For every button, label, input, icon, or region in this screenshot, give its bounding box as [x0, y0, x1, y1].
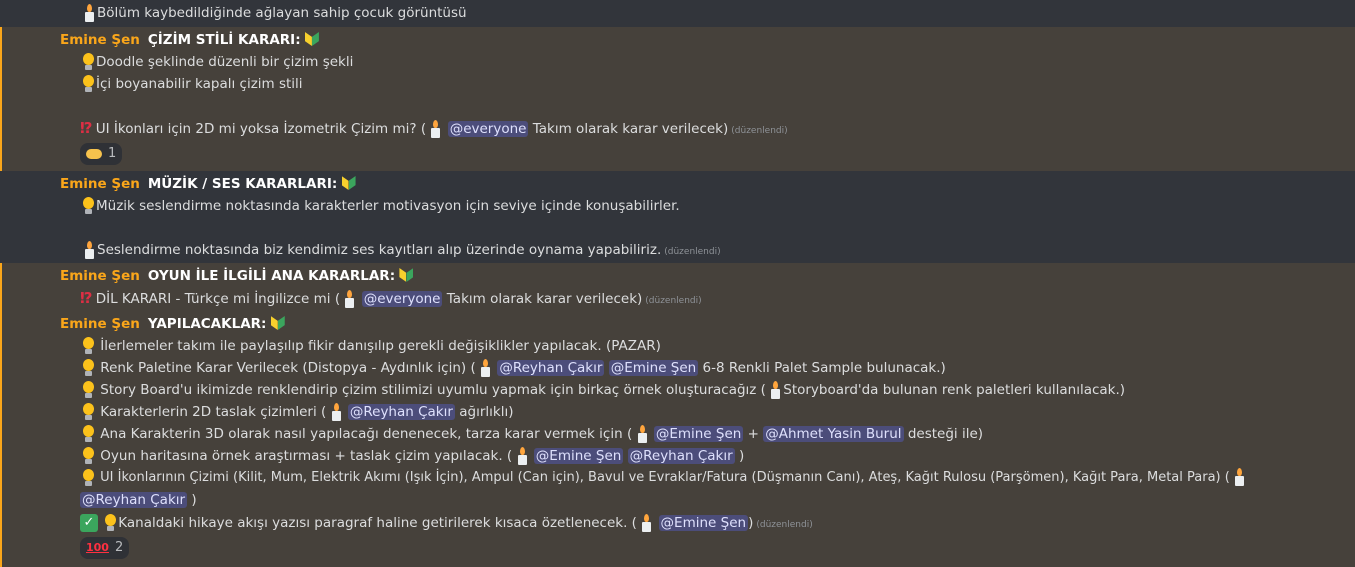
beginner-icon	[342, 176, 356, 192]
candle-icon	[430, 119, 441, 139]
message-line: ⁉ DİL KARARI - Türkçe mi İngilizce mi ( …	[80, 289, 702, 309]
todo-item: Ana Karakterin 3D olarak nasıl yapılacağ…	[82, 424, 983, 444]
hundred-icon: 100	[86, 541, 109, 554]
edited-label: (düzenlendi)	[664, 247, 721, 257]
candle-icon	[331, 402, 342, 422]
candle-icon	[641, 513, 652, 533]
message-cizim-stili: Emine Şen ÇİZİM STİLİ KARARI: Doodle şekl…	[0, 27, 1355, 171]
interrobang-icon: ⁉	[80, 289, 92, 307]
candle-icon	[517, 446, 528, 466]
message-tail: Bölüm kaybedildiğinde ağlayan sahip çocu…	[0, 0, 1355, 27]
mention-reyhan[interactable]: @Reyhan Çakır	[80, 492, 188, 508]
mention-everyone[interactable]: @everyone	[361, 291, 443, 307]
todo-item: UI İkonlarının Çizimi (Kilit, Mum, Elekt…	[82, 468, 1247, 488]
todo-item: Karakterlerin 2D taslak çizimleri ( @Rey…	[82, 402, 513, 422]
todo-item: Story Board'u ikimizde renklendirip çizi…	[82, 380, 1125, 400]
mention-emine[interactable]: @Emine Şen	[653, 426, 744, 442]
message-line: Müzik seslendirme noktasında karakterler…	[82, 196, 680, 216]
mention-everyone[interactable]: @everyone	[447, 121, 529, 137]
message-header: Emine Şen ÇİZİM STİLİ KARARI:	[60, 30, 321, 50]
todo-item: Renk Paletine Karar Verilecek (Distopya …	[82, 358, 946, 378]
mention-emine[interactable]: @Emine Şen	[533, 448, 624, 464]
candle-icon	[1234, 468, 1245, 487]
message-header: Emine Şen YAPILACAKLAR:	[60, 314, 287, 334]
reaction-count: 1	[108, 146, 117, 161]
handshake-icon	[86, 148, 102, 159]
bulb-icon	[82, 197, 94, 215]
message-oyun-kararlar: Emine Şen OYUN İLE İLGİLİ ANA KARARLAR: ⁉…	[0, 263, 1355, 567]
author-name[interactable]: Emine Şen	[60, 268, 140, 284]
bulb-icon	[82, 447, 94, 465]
mention-reyhan[interactable]: @Reyhan Çakır	[627, 448, 735, 464]
mention-reyhan[interactable]: @Reyhan Çakır	[497, 360, 605, 376]
message-title: YAPILACAKLAR:	[147, 316, 267, 332]
todo-item: İlerlemeler takım ile paylaşılıp fikir d…	[82, 336, 661, 356]
todo-item: ✓ Kanaldaki hikaye akışı yazısı paragraf…	[80, 513, 813, 533]
reaction-handshake[interactable]: 1	[80, 143, 123, 165]
message-line: Doodle şeklinde düzenli bir çizim şekli	[82, 52, 353, 72]
edited-label: (düzenlendi)	[645, 296, 702, 306]
edited-label: (düzenlendi)	[731, 126, 788, 136]
mention-ahmet[interactable]: @Ahmet Yasin Burul	[763, 426, 904, 442]
message-title: ÇİZİM STİLİ KARARI:	[147, 32, 301, 48]
bulb-icon	[82, 425, 94, 443]
bulb-icon	[82, 75, 94, 93]
candle-icon	[84, 240, 95, 260]
reaction-count: 2	[114, 540, 124, 555]
candle-icon	[84, 3, 95, 23]
candle-icon	[770, 380, 781, 400]
candle-icon	[480, 358, 491, 378]
reaction-hundred[interactable]: 100 2	[80, 537, 130, 559]
bulb-icon	[104, 514, 117, 532]
todo-item-continued: @Reyhan Çakır )	[80, 492, 197, 508]
message-line: Bölüm kaybedildiğinde ağlayan sahip çocu…	[84, 3, 467, 23]
message-line: ⁉ UI İkonları için 2D mi yoksa İzometrik…	[80, 119, 788, 139]
message-header: Emine Şen OYUN İLE İLGİLİ ANA KARARLAR:	[60, 266, 415, 286]
bulb-icon	[82, 53, 94, 71]
message-title: MÜZİK / SES KARARLARI:	[147, 176, 338, 192]
message-line: İçi boyanabilir kapalı çizim stili	[82, 74, 303, 94]
candle-icon	[344, 289, 355, 309]
beginner-icon	[399, 268, 413, 284]
bulb-icon	[82, 468, 94, 487]
message-muzik-ses: Emine Şen MÜZİK / SES KARARLARI: Müzik se…	[0, 171, 1355, 263]
mention-emine[interactable]: @Emine Şen	[658, 515, 749, 531]
bulb-icon	[82, 359, 94, 377]
edited-label: (düzenlendi)	[756, 520, 813, 530]
message-header: Emine Şen MÜZİK / SES KARARLARI:	[60, 174, 358, 194]
mention-reyhan[interactable]: @Reyhan Çakır	[347, 404, 455, 420]
candle-icon	[637, 424, 648, 444]
author-name[interactable]: Emine Şen	[60, 176, 140, 192]
beginner-icon	[305, 32, 319, 48]
interrobang-icon: ⁉	[80, 119, 92, 137]
message-line: Seslendirme noktasında biz kendimiz ses …	[84, 240, 721, 260]
mention-emine[interactable]: @Emine Şen	[608, 360, 699, 376]
author-name[interactable]: Emine Şen	[60, 32, 140, 48]
beginner-icon	[271, 316, 285, 332]
bulb-icon	[82, 337, 94, 355]
message-title: OYUN İLE İLGİLİ ANA KARARLAR:	[147, 268, 396, 284]
author-name[interactable]: Emine Şen	[60, 316, 140, 332]
todo-item: Oyun haritasına örnek araştırması + tasl…	[82, 446, 744, 466]
checkmark-icon: ✓	[80, 514, 98, 532]
bulb-icon	[82, 381, 94, 399]
bulb-icon	[82, 403, 94, 421]
